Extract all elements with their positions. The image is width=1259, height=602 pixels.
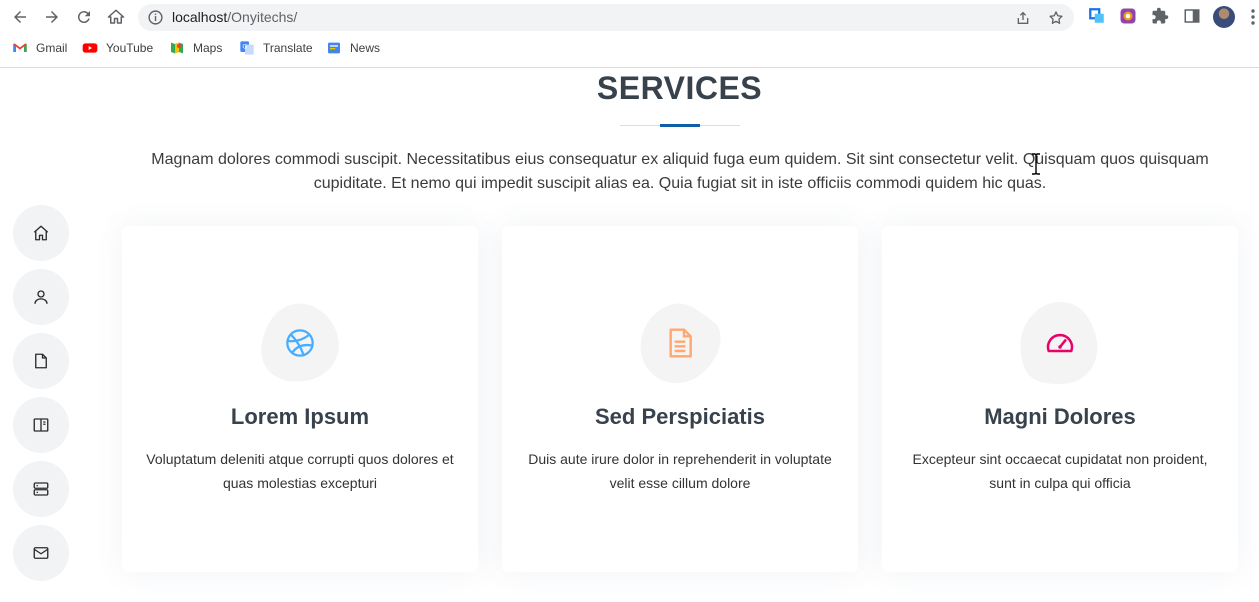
bookmark-label: News: [350, 41, 381, 55]
server-icon: [33, 482, 49, 496]
envelope-icon: [33, 547, 49, 559]
bookmark-label: Maps: [193, 41, 223, 55]
url-text[interactable]: localhost/Onyitechs/: [172, 9, 297, 25]
translate-icon: G: [240, 41, 254, 55]
bookmark-label: YouTube: [106, 41, 154, 55]
nav-resume-button[interactable]: [13, 333, 69, 389]
bookmark-star-icon[interactable]: [1048, 10, 1064, 26]
url-path: /Onyitechs/: [227, 9, 298, 25]
url-host: localhost: [172, 9, 228, 25]
speedometer-icon: [1046, 333, 1074, 353]
profile-avatar[interactable]: [1213, 6, 1235, 28]
site-info-icon[interactable]: [147, 9, 164, 26]
browser-chrome: localhost/Onyitechs/ Gmail YouTube Maps …: [0, 0, 1259, 68]
icon-blob: [639, 302, 721, 384]
text-cursor-icon: [1032, 153, 1040, 175]
forward-icon[interactable]: [40, 5, 64, 29]
bookmark-gmail[interactable]: Gmail: [12, 40, 67, 56]
file-icon: [35, 353, 47, 369]
nav-services-button[interactable]: [13, 461, 69, 517]
card-title[interactable]: Lorem Ipsum: [122, 404, 478, 430]
youtube-icon: [82, 43, 98, 53]
nav-portfolio-button[interactable]: [13, 397, 69, 453]
nav-contact-button[interactable]: [13, 525, 69, 581]
extension-screen-icon[interactable]: [1088, 7, 1106, 25]
service-card-lorem-ipsum[interactable]: Lorem Ipsum Voluptatum deleniti atque co…: [122, 226, 478, 572]
bookmark-maps[interactable]: Maps: [169, 40, 222, 56]
card-description: Voluptatum deleniti atque corrupti quos …: [146, 451, 454, 491]
card-title[interactable]: Sed Perspiciatis: [502, 404, 858, 430]
share-icon[interactable]: [1015, 10, 1031, 26]
title-divider-accent: [660, 124, 700, 127]
bookmark-youtube[interactable]: YouTube: [82, 40, 153, 56]
card-title[interactable]: Magni Dolores: [882, 404, 1238, 430]
bookmark-label: Translate: [263, 41, 313, 55]
side-panel-icon[interactable]: [1183, 7, 1201, 25]
home-browser-icon[interactable]: [104, 5, 128, 29]
file-text-icon: [669, 328, 692, 358]
icon-blob: [259, 302, 341, 384]
icon-blob: [1019, 302, 1101, 384]
page-content: SERVICES Magnam dolores commodi suscipit…: [0, 68, 1259, 602]
bookmark-translate[interactable]: G Translate: [239, 40, 313, 56]
svg-text:G: G: [242, 44, 247, 51]
address-bar[interactable]: localhost/Onyitechs/: [138, 4, 1074, 31]
dribbble-icon: [286, 329, 314, 357]
maps-icon: [171, 42, 183, 54]
person-icon: [34, 290, 48, 304]
nav-about-button[interactable]: [13, 269, 69, 325]
news-icon: [328, 42, 340, 54]
menu-kebab-icon[interactable]: [1250, 8, 1256, 26]
card-description: Excepteur sint occaecat cupidatat non pr…: [912, 451, 1208, 491]
section-intro: Magnam dolores commodi suscipit. Necessi…: [151, 151, 1209, 192]
extension-color-icon[interactable]: [1119, 7, 1137, 25]
extensions-puzzle-icon[interactable]: [1151, 7, 1169, 25]
bookmark-label: Gmail: [36, 41, 68, 55]
reload-icon[interactable]: [72, 5, 96, 29]
bookmarks-bar: Gmail YouTube Maps G Translate News: [0, 38, 1259, 60]
bookmark-news[interactable]: News: [326, 40, 380, 56]
service-card-sed-perspiciatis[interactable]: Sed Perspiciatis Duis aute irure dolor i…: [502, 226, 858, 572]
section-title: SERVICES: [596, 70, 763, 106]
gmail-icon: [13, 43, 27, 52]
service-card-magni-dolores[interactable]: Magni Dolores Excepteur sint occaecat cu…: [882, 226, 1238, 572]
book-icon: [33, 418, 49, 432]
back-icon[interactable]: [8, 5, 32, 29]
card-description: Duis aute irure dolor in reprehenderit i…: [528, 451, 832, 491]
nav-home-button[interactable]: [13, 205, 69, 261]
home-icon: [33, 225, 49, 241]
